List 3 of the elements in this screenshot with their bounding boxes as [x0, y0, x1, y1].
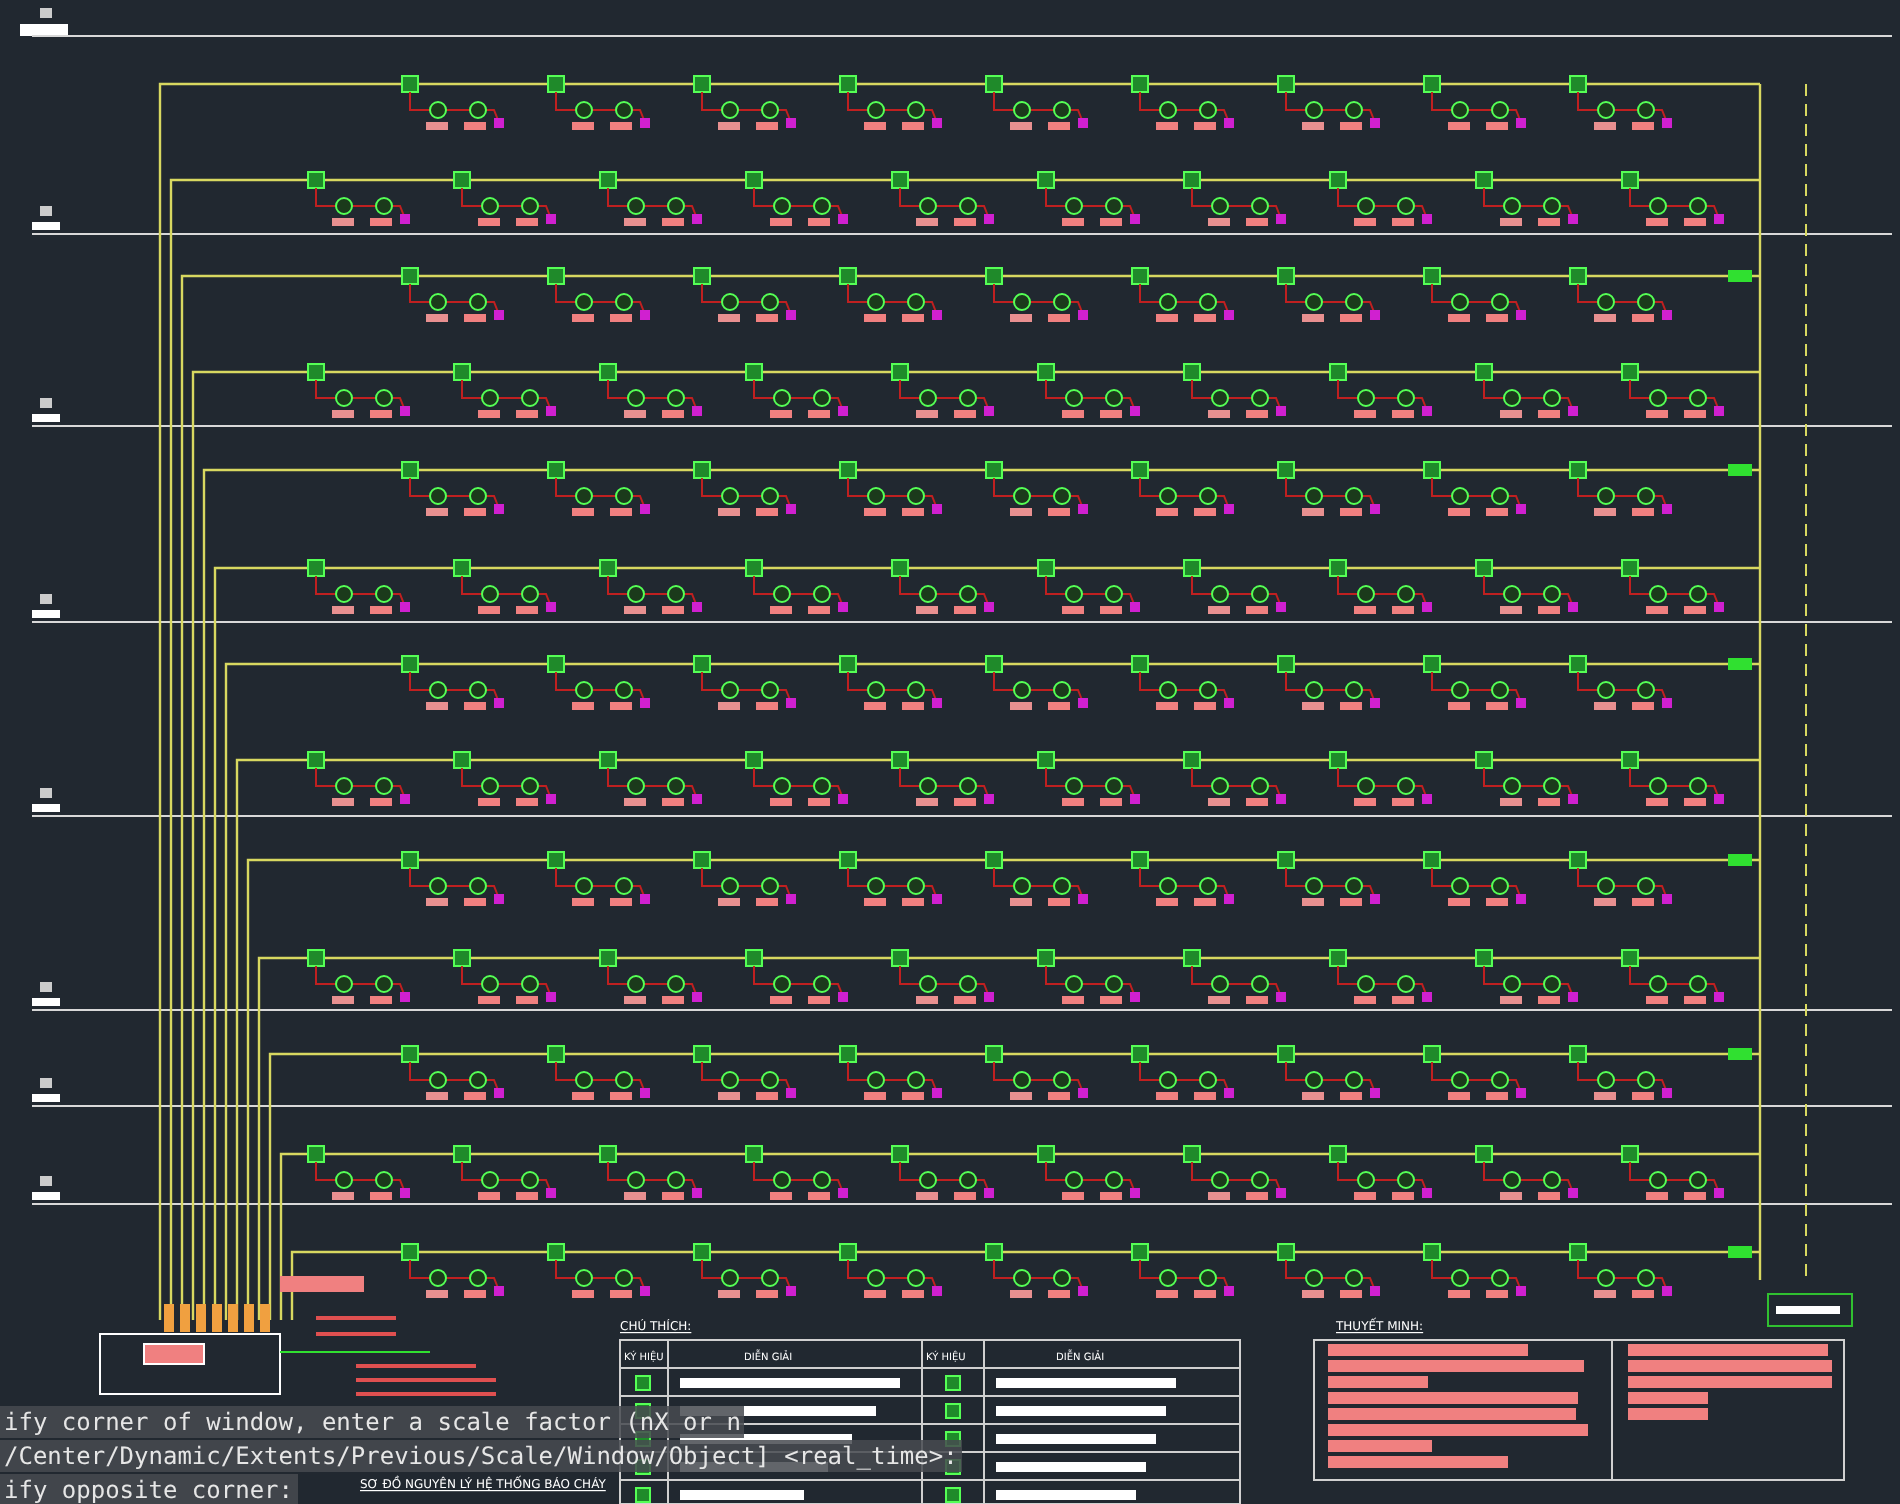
command-line-text: ify opposite corner:	[0, 1474, 297, 1504]
command-line-text: /Center/Dynamic/Extents/Previous/Scale/Window/Object] <real_time>:	[0, 1440, 962, 1472]
command-line-text: ify corner of window, enter a scale factor (nX or n	[0, 1406, 745, 1438]
